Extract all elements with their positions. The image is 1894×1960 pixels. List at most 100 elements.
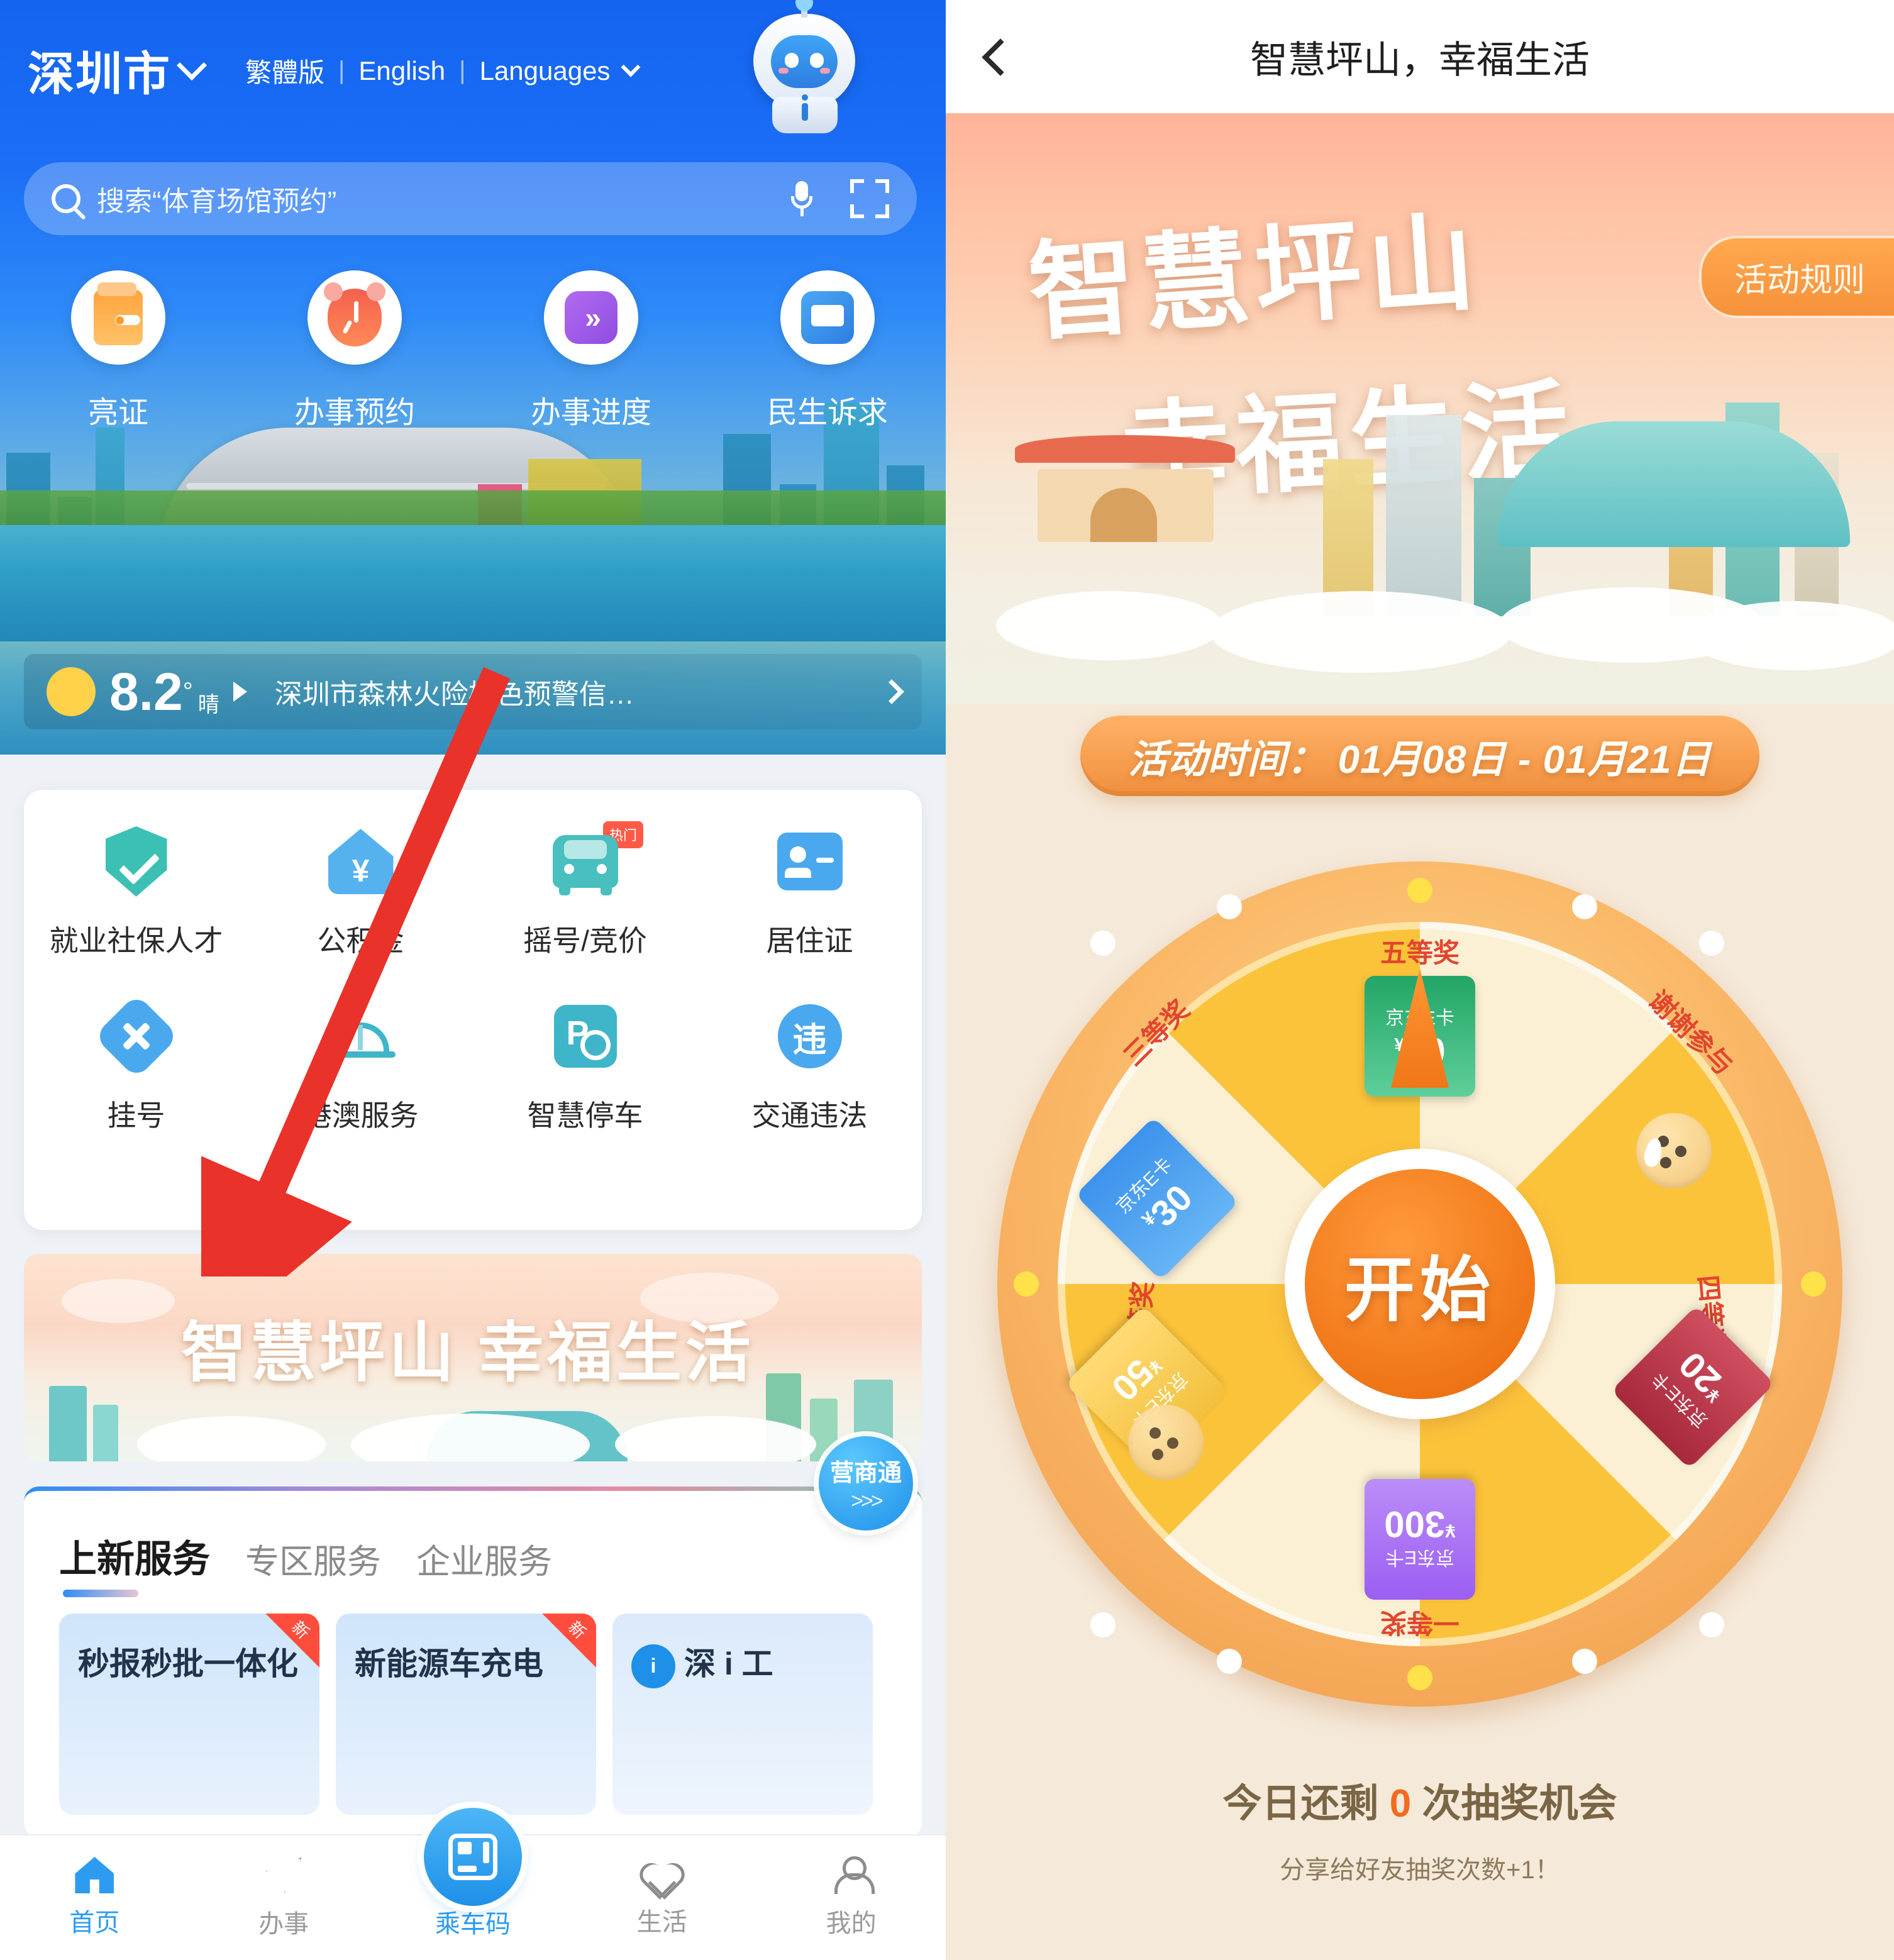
bus-qr-icon[interactable] [424,1808,522,1906]
right-lottery-screen: 智慧坪山，幸福生活 智慧坪山 幸福生活 活动规则 活动时间： 01月08日 - … [946,0,1894,1960]
service-item-smart-parking[interactable]: P 智慧停车 [473,1001,697,1134]
quick-entry-label: 办事预约 [294,396,415,429]
service-label: 港澳服务 [302,1099,419,1132]
lang-more[interactable]: Languages [480,56,611,86]
microphone-icon[interactable] [791,181,812,216]
id-card-icon [775,826,845,897]
tab-new-services[interactable]: 上新服务 [59,1529,210,1597]
smiley-face-icon [1636,1113,1712,1188]
service-item-lottery-bidding[interactable]: 热门 摇号/竞价 [473,821,697,960]
activity-rules-button[interactable]: 活动规则 [1698,236,1894,318]
activity-time-text: 活动时间： 01月08日 - 01月21日 [1128,738,1712,782]
shield-check-icon [101,826,172,897]
service-card-title: 秒报秒批一体化 [78,1646,298,1681]
separator: | [338,57,345,84]
nav-banshi[interactable]: 办事 [189,1835,379,1960]
floating-yingshangtong-button[interactable]: 营商通 >>> [819,1436,913,1531]
shen-i-gong-logo-icon: i [631,1644,675,1688]
service-label: 智慧停车 [527,1099,643,1132]
navigation-arrow-icon [264,1856,303,1895]
lang-english[interactable]: English [358,56,445,86]
service-card-title: 新能源车充电 [355,1646,543,1681]
start-button-label: 开始 [1344,1251,1495,1329]
lottery-wheel[interactable]: 五等奖 谢谢参与 四等奖 一等奖 二等奖 三等奖 京东E卡 ¥10 京东E卡 ¥… [997,861,1842,1707]
nav-label: 生活 [636,1908,687,1936]
medical-plus-icon [93,994,179,1079]
nav-label: 乘车码 [435,1910,511,1938]
promo-banner[interactable]: 智慧坪山 幸福生活 [24,1254,922,1461]
tab-zone-services[interactable]: 专区服务 [245,1534,381,1597]
weather-condition: 晴 [197,693,219,717]
service-label: 交通违法 [751,1099,868,1132]
service-grid-card: 就业社保人才 ¥ 公积金 热门 摇号/竞价 居住证 挂号 港澳服务 P 智慧停车… [24,790,922,1230]
double-chevron-icon: » [544,270,638,365]
search-input[interactable]: 搜索“体育场馆预约” [24,162,917,235]
banner-line-1: 智慧坪山 [1024,204,1485,354]
separator: | [459,57,466,84]
scan-qr-icon[interactable] [850,179,889,218]
remaining-suffix: 次抽奖机会 [1411,1782,1617,1825]
service-tabs: 上新服务 专区服务 企业服务 [24,1491,922,1597]
currency: ¥ [1445,1520,1456,1541]
smiley-face-icon [1128,1405,1204,1480]
violation-icon: 违 [775,1001,845,1071]
city-selector[interactable]: 深圳市 [28,36,208,104]
top-header-bar: 深圳市 繁體版 | English | Languages [0,0,946,157]
banner-clouds [946,553,1894,673]
temperature-value: 8.2 [109,662,183,721]
weather-news-bar[interactable]: 8.2 ° 晴 深圳市森林火险橙色预警信… [24,654,922,729]
remaining-prefix: 今日还剩 [1222,1782,1390,1825]
alarm-clock-icon [307,270,402,365]
search-icon [52,184,80,213]
house-yuan-icon: ¥ [326,826,396,897]
remaining-count: 0 [1389,1782,1412,1825]
double-chevron-right-icon: >>> [851,1489,883,1513]
nav-profile[interactable]: 我的 [756,1835,946,1960]
quick-entry-progress[interactable]: » 办事进度 [473,270,709,431]
user-icon [833,1856,875,1894]
quick-entry-liangzheng[interactable]: 亮证 [0,270,236,431]
prize-name: 京东E卡 [1385,1547,1455,1568]
lang-traditional[interactable]: 繁體版 [245,52,324,90]
wheel-hub[interactable]: 开始 [1285,1149,1555,1419]
service-item-registration[interactable]: 挂号 [24,994,248,1134]
service-card[interactable]: i深 i 工 [612,1614,873,1815]
service-item-residence-permit[interactable]: 居住证 [697,826,922,960]
book-icon: 深圳 [780,270,875,365]
chevron-down-icon [176,50,208,80]
nav-label: 我的 [826,1910,877,1937]
service-item-hkmacao[interactable]: 港澳服务 [248,1001,473,1134]
wheel-tier-label-1: 一等奖 [1380,1608,1460,1637]
lottery-footer: 今日还剩 0 次抽奖机会 分享给好友抽奖次数+1！ [946,1765,1894,1960]
start-button[interactable]: 开始 [1305,1169,1535,1399]
triangle-right-icon [233,682,247,702]
nav-label: 首页 [69,1909,120,1937]
tab-enterprise-services[interactable]: 企业服务 [416,1534,552,1597]
quick-entry-label: 办事进度 [530,396,651,429]
new-services-panel: 上新服务 专区服务 企业服务 新 秒报秒批一体化 新 新能源车充电 i 深 i 工 [24,1487,922,1839]
floating-button-label: 营商通 [829,1460,902,1487]
language-switcher: 繁體版 | English | Languages [245,52,641,90]
chevron-down-icon[interactable] [621,57,641,77]
wheel-prize-1: 京东E卡 ¥300 [1365,1479,1475,1600]
left-app-screen: 深圳市 繁體版 | English | Languages 搜索“体育场馆预约” [0,0,946,1960]
service-card[interactable]: 新 秒报秒批一体化 [59,1614,319,1815]
service-item-housingfund[interactable]: ¥ 公积金 [248,826,473,960]
quick-entry-appointment[interactable]: 办事预约 [236,270,473,431]
service-row-2: 挂号 港澳服务 P 智慧停车 违 交通违法 [24,994,922,1134]
quick-entry-appeal[interactable]: 深圳 民生诉求 [709,270,946,431]
activity-time-banner: 活动时间： 01月08日 - 01月21日 [1080,716,1759,796]
chevron-right-icon[interactable] [879,679,904,704]
service-label: 挂号 [107,1099,165,1132]
share-hint: 分享给好友抽奖次数+1！ [1280,1856,1560,1884]
nav-home[interactable]: 首页 [0,1835,189,1960]
service-item-traffic-violation[interactable]: 违 交通违法 [697,1001,922,1134]
news-ticker-text[interactable]: 深圳市森林火险橙色预警信… [275,672,634,712]
car-icon [550,826,621,897]
back-chevron-icon[interactable] [982,36,1005,77]
quick-entry-label: 民生诉求 [767,396,888,429]
nav-life[interactable]: 生活 [567,1835,756,1960]
service-card[interactable]: 新 新能源车充电 [336,1614,596,1815]
robot-assistant-icon[interactable] [745,0,864,137]
service-item-employment[interactable]: 就业社保人才 [24,826,248,960]
